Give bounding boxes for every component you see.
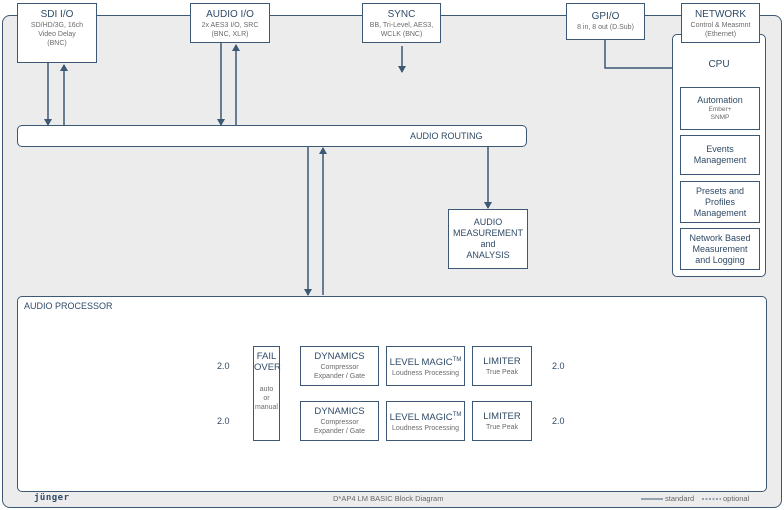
network-line: Control & Measmnt — [690, 22, 751, 29]
cpu-item-title: Presets and Profiles Management — [693, 185, 747, 218]
measurement-line: and — [480, 239, 496, 249]
channel-1-input: 2.0 — [217, 361, 230, 371]
level-magic-block: LEVEL MAGICTM Loudness Processing — [386, 401, 465, 441]
sdi-io-line: SD/HD/3G, 16ch — [30, 22, 84, 29]
audio-processor-label: AUDIO PROCESSOR — [24, 301, 113, 311]
gpio-line: 8 in, 8 out (D.Sub) — [577, 24, 634, 31]
channel-1-output: 2.0 — [552, 361, 565, 371]
level-magic-title: LEVEL MAGIC — [389, 357, 453, 369]
measurement-line: AUDIO — [473, 217, 503, 227]
dynamics-sub: Compressor — [320, 364, 359, 371]
level-magic-title: LEVEL MAGIC — [389, 412, 453, 424]
failover-mode: or — [263, 395, 270, 402]
sdi-io-block: SDI I/O SD/HD/3G, 16ch Video Delay (BNC) — [17, 3, 97, 63]
sync-title: SYNC — [387, 9, 416, 20]
audio-processor-block: AUDIO PROCESSOR — [17, 296, 767, 492]
gpio-title: GPI/O — [591, 11, 620, 22]
limiter-sub: True Peak — [485, 423, 519, 431]
cpu-item-sub: SNMP — [710, 114, 730, 121]
failover-title: OVER — [254, 362, 281, 373]
junger-logo: jünger — [34, 493, 70, 503]
cpu-item-title: Events Management — [693, 144, 747, 165]
failover-block: FAIL OVER auto or manual — [253, 346, 281, 441]
audio-io-line: (BNC, XLR) — [211, 31, 249, 38]
dynamics-title: DYNAMICS — [314, 351, 365, 362]
dynamics-block: DYNAMICS Compressor Expander / Gate — [300, 401, 379, 441]
cpu-title: CPU — [708, 59, 730, 70]
trademark-mark: TM — [452, 356, 462, 363]
level-magic-sub: Loudness Processing — [392, 370, 459, 378]
cpu-item-events: Events Management — [680, 135, 760, 175]
limiter-title: LIMITER — [483, 355, 521, 367]
channel-2-output: 2.0 — [552, 416, 565, 426]
dynamics-block: DYNAMICS Compressor Expander / Gate — [300, 346, 379, 386]
gpio-cpu-line — [604, 40, 672, 69]
limiter-block: LIMITER True Peak — [472, 346, 532, 386]
network-line: (Ethernet) — [704, 31, 737, 38]
failover-mode: manual — [255, 404, 278, 411]
sdi-io-line: (BNC) — [47, 40, 67, 47]
dynamics-sub: Expander / Gate — [314, 428, 365, 435]
trademark-mark: TM — [452, 411, 462, 418]
limiter-sub: True Peak — [485, 368, 519, 376]
cpu-item-presets: Presets and Profiles Management — [680, 181, 760, 223]
limiter-title: LIMITER — [483, 410, 521, 422]
sync-line: WCLK (BNC) — [380, 31, 423, 38]
audio-measurement-block: AUDIO MEASUREMENT and ANALYSIS — [448, 209, 528, 269]
network-block: NETWORK Control & Measmnt (Ethernet) — [681, 3, 760, 43]
dynamics-sub: Expander / Gate — [314, 373, 365, 380]
level-magic-block: LEVEL MAGICTM Loudness Processing — [386, 346, 465, 386]
sdi-io-title: SDI I/O — [40, 9, 74, 20]
sdi-io-line: Video Delay — [38, 31, 76, 38]
network-title: NETWORK — [694, 9, 747, 20]
measurement-line: ANALYSIS — [466, 250, 510, 260]
legend-optional-label: optional — [723, 494, 750, 503]
audio-io-line: 2x AES3 I/O, SRC — [201, 22, 259, 29]
audio-io-block: AUDIO I/O 2x AES3 I/O, SRC (BNC, XLR) — [190, 3, 270, 43]
level-magic-sub: Loudness Processing — [392, 425, 459, 433]
dynamics-sub: Compressor — [320, 419, 359, 426]
sync-block: SYNC BB, Tri-Level, AES3, WCLK (BNC) — [362, 3, 441, 43]
cpu-item-automation: Automation Ember+ SNMP — [680, 87, 760, 130]
audio-io-title: AUDIO I/O — [206, 9, 254, 20]
sync-line: BB, Tri-Level, AES3, — [369, 22, 434, 29]
cpu-item-network-measurement: Network Based Measurement and Logging — [680, 228, 760, 270]
legend-standard-label: standard — [665, 494, 695, 503]
audio-routing-label: AUDIO ROUTING — [410, 131, 483, 141]
channel-2-input: 2.0 — [217, 416, 230, 426]
cpu-item-sub: Ember+ — [708, 106, 732, 113]
dynamics-title: DYNAMICS — [314, 406, 365, 417]
cpu-item-title: Automation — [697, 95, 743, 105]
failover-title: FAIL — [256, 351, 277, 362]
limiter-block: LIMITER True Peak — [472, 401, 532, 441]
audio-routing-block: AUDIO ROUTING — [17, 125, 527, 147]
cpu-item-title: Network Based Measurement and Logging — [689, 232, 751, 265]
measurement-line: MEASUREMENT — [452, 228, 523, 238]
failover-mode: auto — [259, 386, 274, 393]
diagram-title: D*AP4 LM BASIC Block Diagram — [333, 494, 444, 503]
gpio-block: GPI/O 8 in, 8 out (D.Sub) — [566, 3, 645, 40]
